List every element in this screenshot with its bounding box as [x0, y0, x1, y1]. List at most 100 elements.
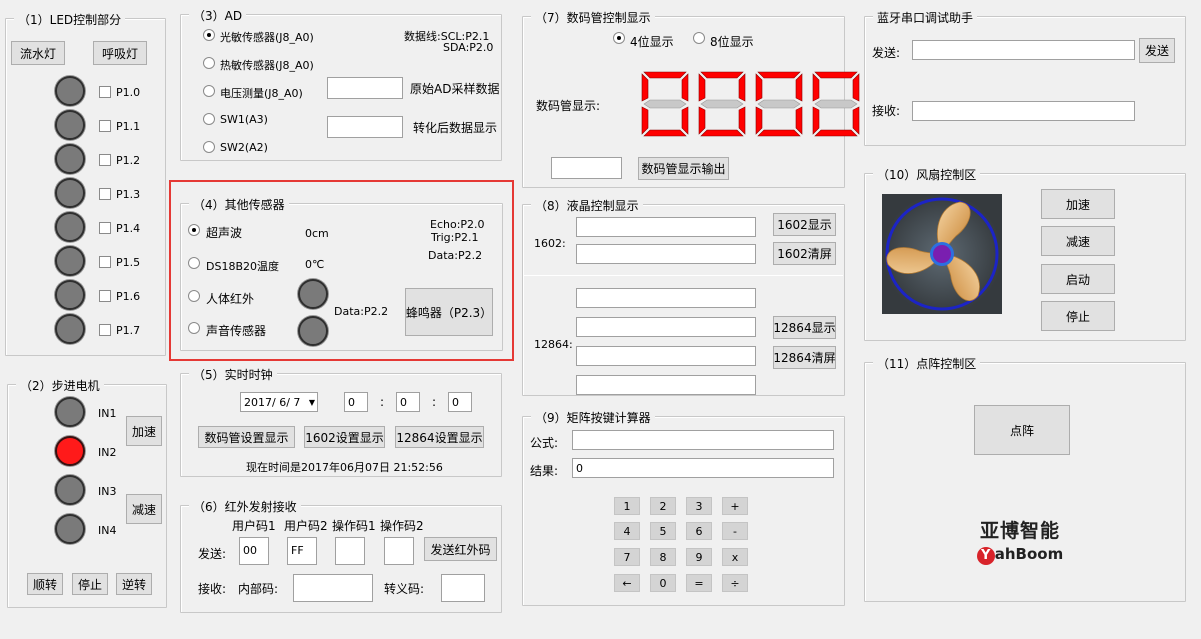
led-checkbox[interactable] — [99, 120, 111, 132]
second-input[interactable] — [448, 392, 472, 412]
dot-matrix-button[interactable]: 点阵 — [974, 405, 1070, 455]
ad-raw-input[interactable] — [327, 77, 403, 99]
buzzer-button[interactable]: 蜂鸣器（P2.3） — [405, 288, 493, 336]
led-checkbox[interactable] — [99, 222, 111, 234]
ultrasonic-radio[interactable] — [188, 224, 200, 236]
ds18b20-radio[interactable] — [188, 257, 200, 269]
keypad-key[interactable]: 6 — [686, 522, 712, 540]
bt-send-button[interactable]: 发送 — [1139, 38, 1175, 63]
segment-f — [812, 73, 820, 102]
lcd1602-line1-input[interactable] — [576, 217, 756, 237]
led-checkbox[interactable] — [99, 188, 111, 200]
keypad-key[interactable]: 7 — [614, 548, 640, 566]
lcd12864-set-display-button[interactable]: 12864设置显示 — [395, 426, 484, 448]
stepper-forward-button[interactable]: 顺转 — [27, 573, 63, 595]
ad-option-radio[interactable] — [203, 85, 215, 97]
logo-en-initial: Y — [976, 547, 995, 565]
keypad-key[interactable]: 9 — [686, 548, 712, 566]
sound-radio[interactable] — [188, 322, 200, 334]
fan-stop-button[interactable]: 停止 — [1041, 301, 1115, 331]
ad-option-radio[interactable] — [203, 57, 215, 69]
keypad-key[interactable]: 1 — [614, 497, 640, 515]
segment-g — [757, 99, 801, 109]
lcd12864-line1-input[interactable] — [576, 288, 756, 308]
keypad-key[interactable]: x — [722, 548, 748, 566]
ad-converted-input[interactable] — [327, 116, 403, 138]
keypad-key[interactable]: 5 — [650, 522, 676, 540]
ad-option-radio[interactable] — [203, 141, 215, 153]
breath-light-button[interactable]: 呼吸灯 — [93, 41, 147, 65]
lcd12864-line2-input[interactable] — [576, 317, 756, 337]
keypad-key[interactable]: 3 — [686, 497, 712, 515]
ir-user-code1-input[interactable] — [239, 537, 269, 565]
seg-8digit-radio[interactable] — [693, 32, 705, 44]
segment-a — [814, 71, 858, 79]
ds18b20-data-pin: Data:P2.2 — [428, 249, 483, 262]
keypad-key[interactable]: 8 — [650, 548, 676, 566]
pir-radio[interactable] — [188, 290, 200, 302]
other-sensors-title: （4）其他传感器 — [189, 196, 289, 213]
led-checkbox[interactable] — [99, 324, 111, 336]
seg-set-display-button[interactable]: 数码管设置显示 — [198, 426, 295, 448]
fan-speed-up-button[interactable]: 加速 — [1041, 189, 1115, 219]
lcd12864-clear-button[interactable]: 12864清屏 — [773, 346, 836, 369]
keypad-key[interactable]: 4 — [614, 522, 640, 540]
lcd12864-line3-input[interactable] — [576, 346, 756, 366]
stepper-speed-up-button[interactable]: 加速 — [126, 416, 162, 446]
formula-input[interactable] — [572, 430, 834, 450]
fan-slow-down-button[interactable]: 减速 — [1041, 226, 1115, 256]
seg-4digit-radio[interactable] — [613, 32, 625, 44]
keypad-key[interactable]: + — [722, 497, 748, 515]
lcd1602-clear-button[interactable]: 1602清屏 — [773, 242, 836, 265]
ultrasonic-label: 超声波 — [206, 226, 243, 240]
minute-input[interactable] — [396, 392, 420, 412]
date-picker[interactable]: 2017/ 6/ 7 ▼ — [240, 392, 318, 412]
led-checkbox[interactable] — [99, 290, 111, 302]
lcd1602-line2-input[interactable] — [576, 244, 756, 264]
bluetooth-title: 蓝牙串口调试助手 — [873, 9, 978, 26]
dropdown-arrow-icon[interactable]: ▼ — [309, 398, 315, 407]
ir-inner-code-input[interactable] — [293, 574, 373, 602]
led-control-title: （1）LED控制部分 — [14, 11, 126, 28]
stepper-reverse-button[interactable]: 逆转 — [116, 573, 152, 595]
result-input[interactable] — [572, 458, 834, 478]
stepper-slow-down-button[interactable]: 减速 — [126, 494, 162, 524]
led-indicator — [55, 110, 85, 140]
lcd1602-show-button[interactable]: 1602显示 — [773, 213, 836, 236]
logo-en-text: YahBoom — [970, 545, 1070, 565]
keypad-key[interactable]: = — [686, 574, 712, 592]
led-checkbox[interactable] — [99, 86, 111, 98]
bt-send-input[interactable] — [912, 40, 1135, 60]
echo-pin-label: Echo:P2.0 — [430, 218, 485, 231]
ds18b20-label: DS18B20温度 — [206, 260, 279, 273]
seg-value-input[interactable] — [551, 157, 622, 179]
pir-indicator — [298, 279, 328, 309]
keypad-key[interactable]: 0 — [650, 574, 676, 592]
ad-option-radio[interactable] — [203, 29, 215, 41]
yahboom-logo: 亚博智能 YahBoom — [970, 516, 1070, 568]
fan-start-button[interactable]: 启动 — [1041, 264, 1115, 294]
flow-light-button[interactable]: 流水灯 — [11, 41, 65, 65]
seg-output-button[interactable]: 数码管显示输出 — [638, 157, 729, 180]
stepper-stop-button[interactable]: 停止 — [72, 573, 108, 595]
lcd12864-line4-input[interactable] — [576, 375, 756, 395]
ir-op-code2-input[interactable] — [384, 537, 414, 565]
segment-d — [814, 129, 858, 137]
coil-label: IN3 — [98, 485, 117, 498]
ir-send-button[interactable]: 发送红外码 — [424, 537, 497, 561]
hour-input[interactable] — [344, 392, 368, 412]
led-checkbox[interactable] — [99, 154, 111, 166]
ir-escape-code-input[interactable] — [441, 574, 485, 602]
ad-option-radio[interactable] — [203, 113, 215, 125]
ir-user-code2-input[interactable] — [287, 537, 317, 565]
lcd1602-set-display-button[interactable]: 1602设置显示 — [304, 426, 385, 448]
keypad-key[interactable]: ÷ — [722, 574, 748, 592]
ir-op-code1-input[interactable] — [335, 537, 365, 565]
bt-receive-input[interactable] — [912, 101, 1135, 121]
lcd12864-show-button[interactable]: 12864显示 — [773, 316, 836, 339]
keypad-key[interactable]: 2 — [650, 497, 676, 515]
keypad-key[interactable]: - — [722, 522, 748, 540]
lcd1602-label: 1602: — [534, 237, 566, 250]
led-checkbox[interactable] — [99, 256, 111, 268]
keypad-key[interactable]: ← — [614, 574, 640, 592]
